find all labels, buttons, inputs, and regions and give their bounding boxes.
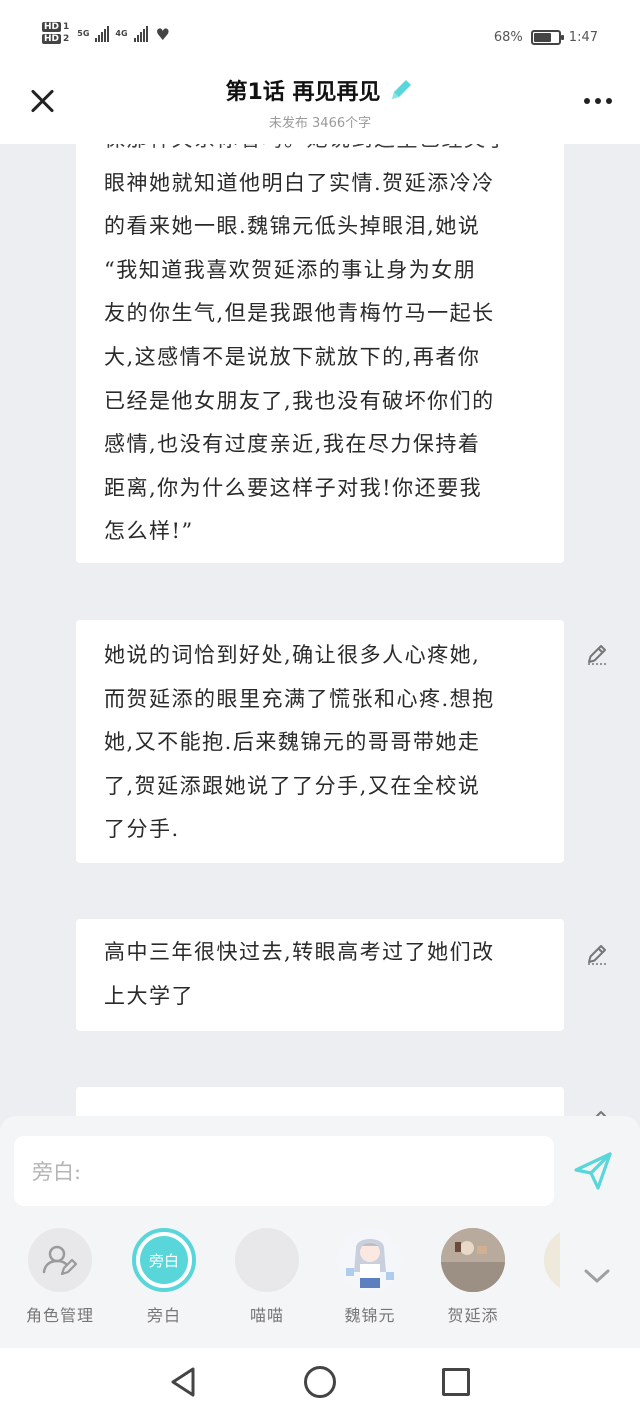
role-he-yantian-avatar [441, 1228, 505, 1292]
back-triangle-icon[interactable] [168, 1366, 198, 1398]
role-manage[interactable]: 角色管理 [8, 1228, 112, 1326]
chapter-title-row: 第1话 再见再见 [226, 74, 415, 106]
app-header: 第1话 再见再见 未发布 3466个字 [0, 70, 640, 144]
status-bar: HD 1 HD 2 5G 4G ♥ 68% 1:47 [0, 0, 640, 70]
photo-avatar-icon [441, 1228, 505, 1292]
composer-sheet: 旁白: 角色管理 旁白 旁白 喵喵 魏锦元 贺延添 [0, 1116, 640, 1348]
clock: 1:47 [568, 30, 598, 45]
role-wei-jinyuan[interactable]: 魏锦元 [318, 1228, 422, 1326]
hd2-sub: 2 [63, 34, 70, 44]
battery-fill [533, 33, 552, 42]
net-type-2: 4G [115, 29, 128, 38]
battery-icon [530, 30, 564, 45]
narration-card[interactable]: 保那种关系你看吗。她说到这里已经哭了 眼神她就知道他明白了实情.贺延添冷冷 的看… [76, 144, 564, 563]
status-left: HD 1 HD 2 5G 4G ♥ [42, 22, 170, 46]
anime-girl-avatar-icon [346, 1239, 394, 1288]
narration-line: 感情,也没有过度亲近,我在尽力保持着 [104, 432, 481, 457]
narration-line: “我知道我喜欢贺延添的事让身为女朋 [104, 257, 477, 282]
narration-line: 她,又不能抱.后来魏锦元的哥哥带她走 [104, 730, 481, 755]
role-narrator[interactable]: 旁白 旁白 [112, 1228, 216, 1326]
title-block: 第1话 再见再见 未发布 3466个字 [0, 74, 640, 131]
role-label: 贺延添 [447, 1306, 499, 1325]
role-miaomiao-avatar [235, 1228, 299, 1292]
more-options-icon[interactable] [584, 98, 612, 104]
edit-card-icon[interactable] [584, 1107, 610, 1116]
hd-indicators: HD 1 HD 2 [42, 22, 71, 46]
role-narrator-circle: 旁白 [132, 1228, 196, 1292]
story-content: 保那种关系你看吗。她说到这里已经哭了 眼神她就知道他明白了实情.贺延添冷冷 的看… [0, 144, 640, 1116]
role-he-yantian[interactable]: 贺延添 [421, 1228, 525, 1326]
status-right: 68% 1:47 [494, 30, 598, 45]
narration-card[interactable]: 高中三年很快过去,转眼高考过了她们改 上大学了 [76, 919, 564, 1031]
role-selector: 角色管理 旁白 旁白 喵喵 魏锦元 贺延添 [0, 1228, 640, 1328]
narration-input[interactable]: 旁白: [14, 1136, 554, 1206]
word-count-status: 未发布 3466个字 [268, 116, 372, 131]
home-circle-icon[interactable] [304, 1366, 336, 1398]
battery-percent: 68% [493, 30, 523, 45]
role-label: 魏锦元 [344, 1306, 396, 1325]
health-heart-icon: ♥ [155, 24, 170, 44]
chapter-title: 第1话 再见再见 [225, 80, 381, 105]
chevron-down-icon[interactable] [584, 1268, 610, 1284]
narration-line: 距离,你为什么要这样子对我!你还要我 [104, 475, 483, 500]
hd1-badge: HD [42, 22, 62, 32]
narration-line: 而贺延添的眼里充满了慌张和心疼.想抱 [104, 686, 495, 711]
role-label: 角色管理 [25, 1306, 94, 1325]
narration-line: 友的你生气,但是我跟他青梅竹马一起长 [104, 301, 495, 326]
send-icon[interactable] [572, 1150, 614, 1192]
edit-card-icon[interactable] [584, 941, 610, 967]
role-partial-avatar [544, 1228, 560, 1292]
system-nav-bar [0, 1348, 640, 1415]
role-manage-circle [28, 1228, 92, 1292]
person-edit-icon [42, 1245, 78, 1276]
role-miaomiao[interactable]: 喵喵 [215, 1228, 319, 1326]
role-label: 旁白 [146, 1306, 181, 1325]
narration-line: 大,这感情不是说放下就放下的,再者你 [104, 344, 481, 369]
net-type-1: 5G [77, 29, 90, 38]
narration-line: 她说的词恰到好处,确让很多人心疼她, [104, 643, 481, 667]
narration-line: 已经是他女朋友了,我也没有破坏你们的 [104, 388, 495, 413]
hd2-badge: HD [42, 34, 62, 44]
role-label: 喵喵 [249, 1306, 284, 1325]
narration-line: 高中三年很快过去,转眼高考过了她们改 [104, 940, 495, 964]
recents-square-icon[interactable] [442, 1368, 470, 1396]
narration-line: 上大学了 [104, 983, 194, 1008]
narration-line: 了,贺延添跟她说了了分手,又在全校说 [104, 773, 481, 798]
narration-line: 的看来她一眼.魏锦元低头掉眼泪,她说 [104, 214, 481, 239]
narration-card[interactable] [76, 1087, 564, 1116]
edit-title-pencil-icon[interactable] [388, 77, 414, 103]
narration-line: 保那种关系你看吗。她说到这里已经哭了 [104, 144, 536, 162]
signal-icon [95, 26, 110, 42]
role-wei-jinyuan-avatar [338, 1228, 402, 1292]
role-partial[interactable] [520, 1228, 560, 1292]
narration-line: 了分手. [104, 817, 180, 842]
signal-icon-2 [133, 26, 148, 42]
narration-card[interactable]: 她说的词恰到好处,确让很多人心疼她, 而贺延添的眼里充满了慌张和心疼.想抱 她,… [76, 620, 564, 863]
edit-card-icon[interactable] [584, 641, 610, 667]
input-placeholder: 旁白: [32, 1160, 82, 1184]
hd1-sub: 1 [63, 22, 70, 32]
role-narrator-badge: 旁白 [140, 1236, 188, 1284]
narration-line: 眼神她就知道他明白了实情.贺延添冷冷 [104, 170, 495, 195]
narration-line: 怎么样!” [104, 519, 194, 544]
